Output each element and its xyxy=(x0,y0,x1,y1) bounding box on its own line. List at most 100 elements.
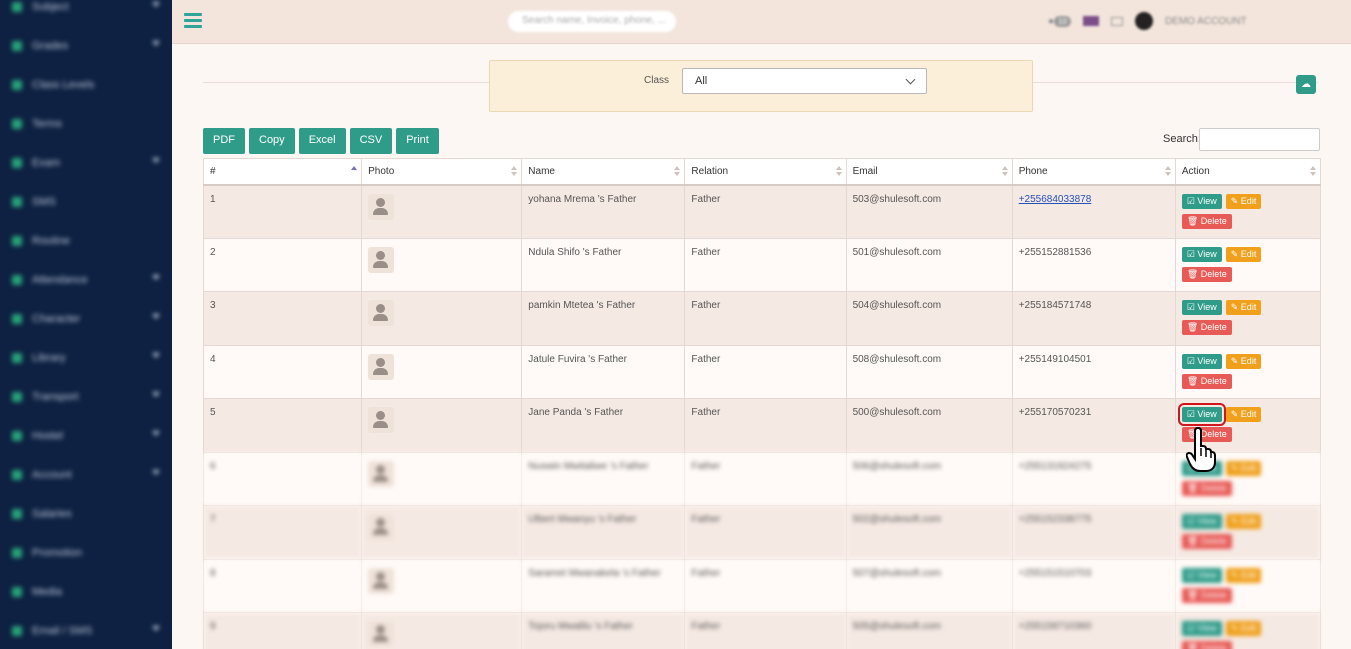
delete-button[interactable]: 🗑 Delete xyxy=(1181,587,1232,603)
pdf-button[interactable]: PDF xyxy=(203,128,245,154)
row-number: 7 xyxy=(202,505,363,560)
col-header-num[interactable]: # xyxy=(202,158,363,186)
sidebar-item-icon xyxy=(12,625,22,636)
excel-button[interactable]: Excel xyxy=(298,128,346,154)
edit-button[interactable]: ✎ Edit xyxy=(1225,514,1262,529)
phone-text: +255152881536 xyxy=(1018,246,1092,258)
sidebar-item[interactable]: Subject xyxy=(0,0,172,26)
sidebar-item[interactable]: Library xyxy=(0,338,172,377)
sidebar-item[interactable]: Transport xyxy=(0,377,172,416)
view-button[interactable]: ☑ View xyxy=(1181,567,1222,583)
sidebar-item-icon xyxy=(12,79,22,90)
sidebar-item[interactable]: Email / SMS xyxy=(0,611,172,649)
edit-button[interactable]: ✎ Edit xyxy=(1225,460,1262,476)
avatar-icon xyxy=(368,514,395,540)
sort-icon xyxy=(674,166,681,176)
edit-button[interactable]: ✎ Edit xyxy=(1225,407,1262,422)
col-header-action[interactable]: Action xyxy=(1174,158,1322,186)
row-number: 2 xyxy=(202,237,363,292)
row-relation: Father xyxy=(684,291,847,346)
view-button[interactable]: ☑ View xyxy=(1181,353,1222,369)
row-relation: Father xyxy=(684,184,847,239)
sidebar-item-icon xyxy=(12,196,22,207)
sidebar-item-label: SMS xyxy=(32,195,56,208)
sidebar-item-label: Routine xyxy=(32,234,70,247)
chevron-down-icon xyxy=(152,392,160,397)
account-menu[interactable]: DEMO ACCOUNT xyxy=(1165,16,1247,27)
sidebar-item-icon xyxy=(12,40,22,51)
view-button[interactable]: ☑ View xyxy=(1181,514,1222,529)
chevron-down-icon xyxy=(152,158,160,163)
sidebar-item[interactable]: Routine xyxy=(0,221,172,260)
row-relation: Father xyxy=(684,558,847,613)
col-header-email[interactable]: Email xyxy=(845,158,1013,186)
bell-icon[interactable]: ● 10 xyxy=(1048,15,1071,27)
sidebar-item-label: Media xyxy=(32,585,62,598)
edit-button[interactable]: ✎ Edit xyxy=(1225,353,1262,369)
delete-button[interactable]: 🗑 Delete xyxy=(1181,266,1232,282)
sidebar-item[interactable]: Terms xyxy=(0,104,172,143)
edit-button[interactable]: ✎ Edit xyxy=(1225,621,1262,636)
sidebar-item[interactable]: Media xyxy=(0,572,172,611)
table-search-input[interactable] xyxy=(1199,128,1320,151)
menu-toggle-icon[interactable] xyxy=(184,13,202,29)
delete-button[interactable]: 🗑 Delete xyxy=(1181,213,1232,229)
edit-button[interactable]: ✎ Edit xyxy=(1225,193,1262,209)
phone-text: +255158710360 xyxy=(1018,621,1092,632)
col-header-name[interactable]: Name xyxy=(521,158,686,186)
sidebar-item[interactable]: Promotion xyxy=(0,533,172,572)
csv-button[interactable]: CSV xyxy=(349,128,393,154)
sidebar-item[interactable]: Account xyxy=(0,455,172,494)
delete-button[interactable]: 🗑 Delete xyxy=(1181,641,1232,649)
row-name: yohana Mrema 's Father xyxy=(521,184,686,239)
phone-link[interactable]: +255684033878 xyxy=(1019,194,1092,205)
row-number: 6 xyxy=(202,451,363,506)
sidebar-item[interactable]: Character xyxy=(0,299,172,338)
row-photo xyxy=(361,612,523,649)
view-button[interactable]: ☑ View xyxy=(1181,300,1222,315)
phone-text: +255149104501 xyxy=(1018,353,1092,365)
mail-icon[interactable] xyxy=(1110,16,1123,26)
sidebar-item[interactable]: SMS xyxy=(0,182,172,221)
copy-button[interactable]: Copy xyxy=(249,128,295,154)
edit-button[interactable]: ✎ Edit xyxy=(1225,300,1262,315)
row-photo xyxy=(361,344,523,399)
sidebar-item[interactable]: Salaries xyxy=(0,494,172,533)
sidebar-item[interactable]: Class Levels xyxy=(0,65,172,104)
row-phone: +255158710360 xyxy=(1011,612,1176,649)
edit-button[interactable]: ✎ Edit xyxy=(1225,246,1262,262)
parents-table: # Photo Name Relation Email Phone Action… xyxy=(202,158,1322,649)
edit-button[interactable]: ✎ Edit xyxy=(1225,567,1262,583)
sidebar-item-label: Hostel xyxy=(32,429,64,442)
view-button[interactable]: ☑ View xyxy=(1177,403,1226,426)
table-row: 1 yohana Mrema 's Father Father 503@shuleso… xyxy=(202,184,1322,239)
cloud-upload-button[interactable]: ☁ xyxy=(1296,75,1316,94)
view-button[interactable]: ☑ View xyxy=(1181,621,1222,636)
col-header-photo[interactable]: Photo xyxy=(361,158,523,186)
sidebar-item-icon xyxy=(12,1,22,12)
avatar-icon xyxy=(368,567,395,594)
sidebar-item-label: Library xyxy=(32,351,66,364)
sidebar-item-icon xyxy=(12,586,22,597)
chevron-down-icon xyxy=(152,626,160,631)
delete-button[interactable]: 🗑 Delete xyxy=(1181,534,1232,549)
row-phone: +255184571748 xyxy=(1011,291,1176,346)
class-select[interactable]: All xyxy=(682,68,927,94)
delete-button[interactable]: 🗑 Delete xyxy=(1181,480,1232,496)
sidebar-item[interactable]: Exam xyxy=(0,143,172,182)
sidebar-item[interactable]: Attendance xyxy=(0,260,172,299)
col-header-relation[interactable]: Relation xyxy=(684,158,847,186)
view-button[interactable]: ☑ View xyxy=(1181,246,1222,262)
row-number: 9 xyxy=(202,612,363,649)
view-button[interactable]: ☑ View xyxy=(1181,193,1222,209)
table-row: 3 pamkin Mtetea 's Father Father 504@shules… xyxy=(202,291,1322,346)
print-button[interactable]: Print xyxy=(396,128,439,154)
delete-button[interactable]: 🗑 Delete xyxy=(1181,373,1232,389)
row-actions: ☑ View✎ Edit 🗑 Delete xyxy=(1174,184,1322,239)
col-header-phone[interactable]: Phone xyxy=(1011,158,1176,186)
sidebar-item[interactable]: Hostel xyxy=(0,416,172,455)
sidebar-item[interactable]: Grades xyxy=(0,26,172,65)
language-flag-icon[interactable] xyxy=(1082,16,1099,26)
delete-button[interactable]: 🗑 Delete xyxy=(1181,320,1232,335)
global-search-input[interactable]: Search name, Invoice, phone, ... xyxy=(508,11,676,32)
